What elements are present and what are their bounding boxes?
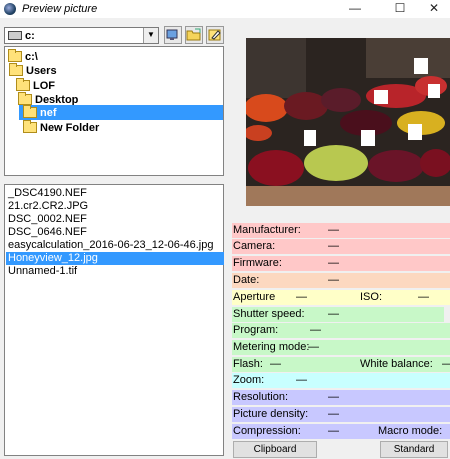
list-item[interactable]: DSC_0002.NEF (6, 213, 87, 226)
resolution-label: Resolution: (233, 391, 289, 403)
flash-label: Flash: (233, 358, 263, 370)
folder-item[interactable]: New Folder (23, 120, 99, 135)
iso-value: — (418, 291, 429, 303)
chevron-down-icon[interactable]: ▼ (143, 28, 158, 43)
folder-icon (8, 49, 22, 62)
macro-mode-label: Macro mode: (378, 425, 443, 437)
folder-icon (16, 78, 30, 91)
folder-item[interactable]: Users (9, 63, 57, 78)
folder-icon (23, 120, 37, 133)
folder-item-selected[interactable]: nef (19, 105, 223, 120)
zoom-row: Zoom: — (232, 373, 450, 388)
window-title: Preview picture (22, 3, 98, 15)
manufacturer-label: Manufacturer: (233, 224, 301, 236)
shutter-speed-label: Shutter speed: (233, 308, 305, 320)
list-item[interactable]: 21.cr2.CR2.JPG (6, 200, 88, 213)
camera-row: Camera: — (232, 239, 450, 254)
program-row: Program: — (232, 323, 450, 338)
folder-item[interactable]: c:\ (8, 49, 38, 64)
maximize-button[interactable]: ☐ (384, 0, 416, 18)
folder-icon (23, 105, 37, 118)
close-button[interactable]: ✕ (418, 0, 450, 18)
compression-row: Compression: — Macro mode: (232, 424, 450, 439)
pencil-icon (208, 29, 221, 41)
list-item-selected[interactable]: Honeyview_12.jpg (6, 252, 224, 265)
zoom-label: Zoom: (233, 374, 265, 386)
list-item[interactable]: _DSC4190.NEF (6, 187, 87, 200)
date-row: Date: — (232, 273, 450, 288)
camera-label: Camera: (233, 240, 276, 252)
aperture-label: Aperture (233, 291, 276, 303)
standard-button[interactable]: Standard (380, 441, 448, 458)
firmware-value: — (328, 257, 339, 269)
minimize-button[interactable]: — (339, 0, 371, 18)
shutter-speed-value: — (328, 308, 339, 320)
compression-value: — (328, 425, 339, 437)
date-label: Date: (233, 274, 260, 286)
picture-density-value: — (328, 408, 339, 420)
resolution-value: — (328, 391, 339, 403)
title-bar: Preview picture — ☐ ✕ (0, 0, 450, 18)
drive-select[interactable]: c: ▼ (4, 27, 159, 44)
program-label: Program: (233, 324, 279, 336)
manufacturer-row: Manufacturer: — (232, 223, 450, 238)
picture-density-row: Picture density: — (232, 407, 450, 422)
folder-icon (9, 63, 23, 76)
camera-value: — (328, 240, 339, 252)
flash-value: — (270, 358, 281, 370)
resolution-row: Resolution: — (232, 390, 450, 405)
program-value: — (310, 324, 321, 336)
drive-value: c: (25, 29, 35, 42)
zoom-value: — (296, 374, 307, 386)
open-folder-button[interactable] (185, 26, 203, 44)
network-icon (166, 29, 178, 40)
list-item[interactable]: Unnamed-1.tif (6, 265, 77, 278)
white-balance-value: — (442, 357, 450, 372)
network-drive-button[interactable] (164, 26, 182, 44)
picture-preview (246, 38, 450, 206)
manufacturer-value: — (328, 224, 339, 236)
picture-density-label: Picture density: (233, 408, 309, 420)
white-balance-label: White balance: (360, 358, 433, 370)
folder-icon (18, 92, 32, 105)
shutter-speed-row: Shutter speed: — (232, 307, 444, 322)
clipboard-button[interactable]: Clipboard (233, 441, 317, 458)
compression-label: Compression: (233, 425, 301, 437)
flash-row: Flash: — White balance: — (232, 357, 450, 372)
list-item[interactable]: easycalculation_2016-06-23_12-06-46.jpg (6, 239, 213, 252)
drive-icon (8, 31, 22, 40)
fruit-market-image (246, 38, 450, 206)
metering-mode-value: — (308, 341, 319, 353)
file-list[interactable]: _DSC4190.NEF 21.cr2.CR2.JPG DSC_0002.NEF… (4, 184, 224, 456)
firmware-label: Firmware: (233, 257, 282, 269)
aperture-value: — (296, 291, 307, 303)
list-item[interactable]: DSC_0646.NEF (6, 226, 87, 239)
folder-item[interactable]: LOF (16, 78, 55, 93)
aperture-row: Aperture — ISO: — (232, 290, 450, 305)
iso-label: ISO: (360, 291, 383, 303)
firmware-row: Firmware: — (232, 256, 450, 271)
metering-mode-row: Metering mode: — (232, 340, 450, 355)
folder-open-icon (186, 28, 201, 41)
date-value: — (328, 274, 339, 286)
metering-mode-label: Metering mode: (233, 341, 310, 353)
app-icon (4, 3, 16, 15)
edit-button[interactable] (206, 26, 224, 44)
folder-tree[interactable]: c:\ Users LOF Desktop nef New Folder (4, 46, 224, 176)
